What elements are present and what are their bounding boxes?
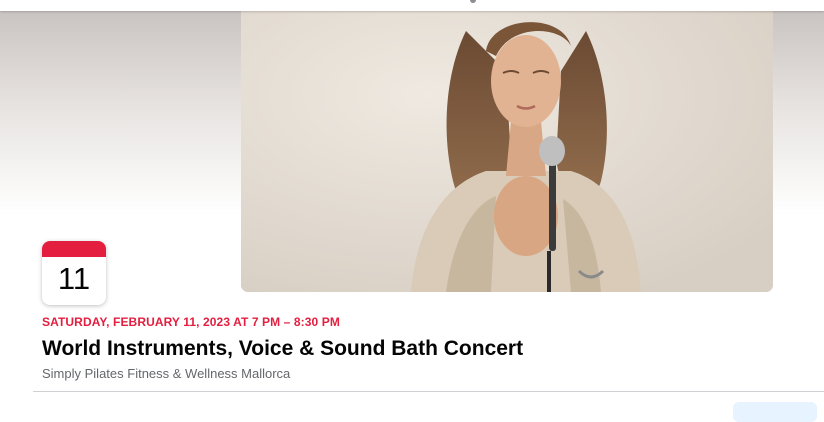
section-divider (33, 391, 824, 392)
event-title: World Instruments, Voice & Sound Bath Co… (42, 337, 524, 360)
calendar-date-icon: 11 (42, 241, 106, 305)
event-host-link[interactable]: Simply Pilates Fitness & Wellness Mallor… (42, 366, 290, 381)
join-button-partial[interactable] (733, 402, 817, 422)
tab-about-partial[interactable] (42, 404, 162, 412)
top-navigation-bar (0, 0, 824, 11)
calendar-header-strip (42, 241, 106, 257)
event-cover-photo[interactable] (241, 11, 773, 292)
event-day-number: 11 (57, 261, 91, 296)
cover-photo-illustration (241, 11, 773, 292)
event-datetime: SATURDAY, FEBRUARY 11, 2023 AT 7 PM – 8:… (42, 315, 340, 329)
nav-indicator-icon (470, 0, 476, 3)
